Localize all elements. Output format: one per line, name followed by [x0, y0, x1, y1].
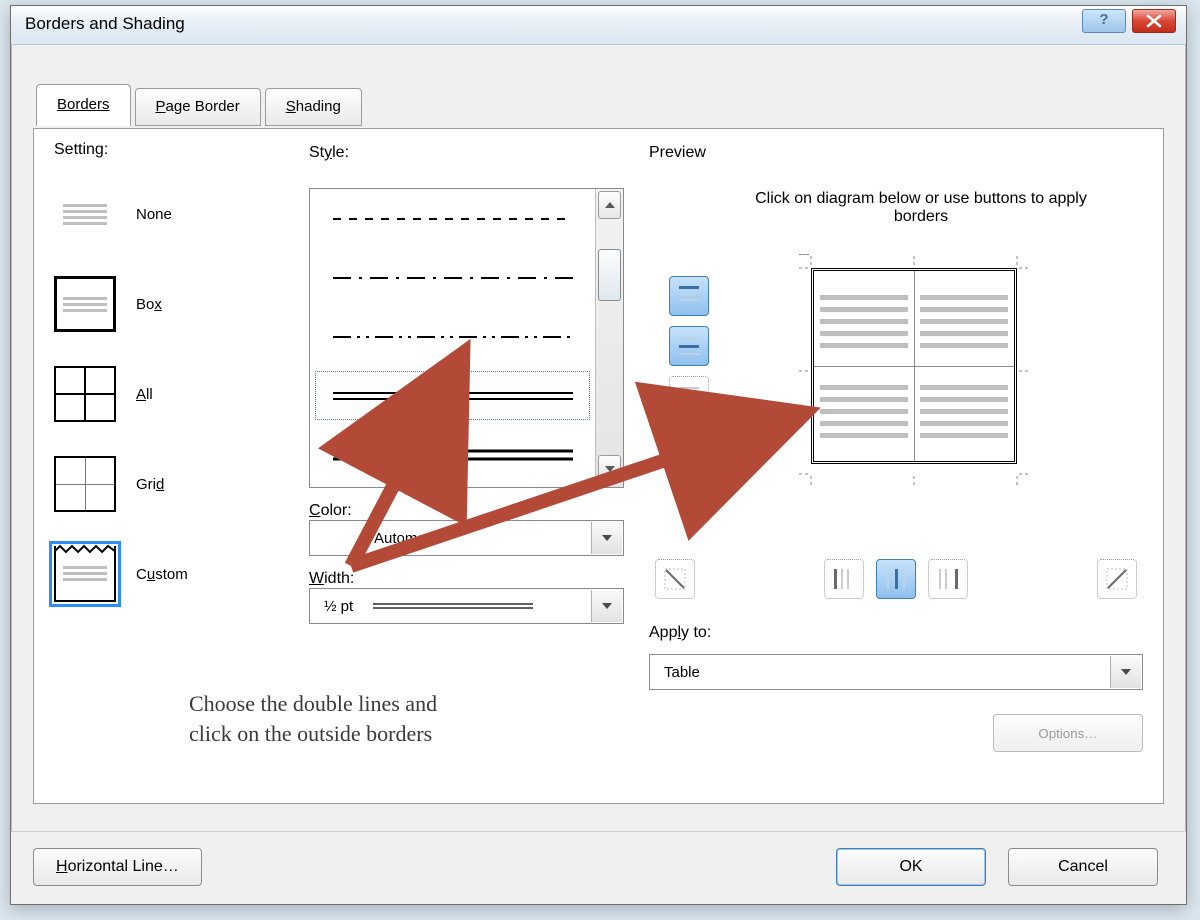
scroll-thumb[interactable]: [598, 249, 621, 301]
style-list-viewport: [310, 189, 595, 487]
diag-up-icon: [1105, 567, 1129, 591]
setting-all-icon: [54, 366, 116, 422]
preview-label: Preview: [649, 144, 1143, 162]
border-right-icon: [936, 567, 960, 591]
color-value: Automatic: [374, 530, 441, 547]
style-column: Style: Color: Automatic: [309, 144, 624, 624]
dialog-footer: Horizontal Line… OK Cancel: [11, 831, 1186, 904]
chevron-down-icon: [602, 603, 612, 609]
chevron-down-icon: [1121, 669, 1131, 675]
style-option-dashed[interactable]: [310, 189, 595, 248]
style-option-double-thin[interactable]: [310, 366, 595, 425]
color-label: Color:: [309, 502, 624, 520]
setting-box[interactable]: Box: [54, 259, 188, 349]
color-combo-arrow[interactable]: [591, 522, 622, 554]
help-button[interactable]: ?: [1082, 9, 1126, 33]
preview-guides-icon: [799, 256, 1029, 486]
toggle-border-right[interactable]: [928, 559, 968, 599]
setting-column: None Box All Grid Custom: [54, 169, 188, 619]
setting-label: Setting:: [54, 141, 108, 159]
width-combo[interactable]: ½ pt: [309, 588, 624, 624]
border-left-icon: [832, 567, 856, 591]
borders-shading-dialog: Borders and Shading ? Borders Page Borde…: [10, 5, 1187, 905]
preview-bottom-toggles: [649, 559, 1143, 599]
horizontal-line-button[interactable]: Horizontal Line…: [33, 848, 202, 886]
border-bottom-icon: [677, 384, 701, 408]
tab-page-border[interactable]: Page Border: [135, 88, 261, 126]
preview-area: [649, 246, 1143, 506]
width-value: ½ pt: [324, 598, 353, 615]
preview-side-toggles: [669, 276, 709, 416]
width-label: Width:: [309, 570, 624, 588]
border-middle-h-icon: [677, 334, 701, 358]
style-label: Style:: [309, 144, 624, 162]
tab-panel: Setting: None Box All Grid: [33, 128, 1164, 804]
border-middle-v-icon: [884, 567, 908, 591]
diag-down-icon: [663, 567, 687, 591]
toggle-border-bottom[interactable]: [669, 376, 709, 416]
setting-custom-icon: [54, 546, 116, 602]
toggle-diag-up[interactable]: [1097, 559, 1137, 599]
width-combo-arrow[interactable]: [591, 590, 622, 622]
style-option-dash-dot-dot[interactable]: [310, 307, 595, 366]
setting-custom[interactable]: Custom: [54, 529, 188, 619]
preview-hint: Click on diagram below or use buttons to…: [739, 190, 1103, 226]
toggle-border-middle-h[interactable]: [669, 326, 709, 366]
apply-to-arrow[interactable]: [1110, 656, 1141, 688]
apply-to-combo[interactable]: Table: [649, 654, 1143, 690]
apply-to-value: Table: [664, 664, 700, 681]
tabstrip: Borders Page Border Shading: [36, 88, 366, 128]
style-scrollbar[interactable]: [595, 189, 623, 487]
border-top-icon: [677, 284, 701, 308]
toggle-border-top[interactable]: [669, 276, 709, 316]
style-option-dash-dot[interactable]: [310, 248, 595, 307]
preview-diagram[interactable]: [799, 256, 1029, 476]
setting-grid[interactable]: Grid: [54, 439, 188, 529]
toggle-border-left[interactable]: [824, 559, 864, 599]
close-button[interactable]: [1132, 9, 1176, 33]
style-option-double-thick[interactable]: [310, 425, 595, 484]
setting-none[interactable]: None: [54, 169, 188, 259]
setting-all[interactable]: All: [54, 349, 188, 439]
setting-grid-icon: [54, 456, 116, 512]
dialog-title: Borders and Shading: [25, 14, 185, 34]
ok-button[interactable]: OK: [836, 848, 986, 886]
chevron-down-icon: [605, 466, 615, 472]
width-sample-icon: [373, 601, 533, 611]
tab-borders[interactable]: Borders: [36, 84, 131, 126]
apply-to-label: Apply to:: [649, 624, 711, 642]
scroll-down-button[interactable]: [598, 455, 621, 483]
setting-none-icon: [54, 186, 116, 242]
toggle-border-middle-v[interactable]: [876, 559, 916, 599]
scroll-up-button[interactable]: [598, 191, 621, 219]
tab-shading[interactable]: Shading: [265, 88, 362, 126]
options-button: Options…: [993, 714, 1143, 752]
toggle-diag-down[interactable]: [655, 559, 695, 599]
setting-box-icon: [54, 276, 116, 332]
titlebar: Borders and Shading ?: [11, 6, 1186, 45]
annotation-text: Choose the double lines and click on the…: [189, 689, 437, 748]
color-combo[interactable]: Automatic: [309, 520, 624, 556]
close-icon: [1145, 14, 1163, 28]
preview-column: Preview Click on diagram below or use bu…: [649, 144, 1143, 506]
cancel-button[interactable]: Cancel: [1008, 848, 1158, 886]
chevron-up-icon: [605, 202, 615, 208]
chevron-down-icon: [602, 535, 612, 541]
style-list[interactable]: [309, 188, 624, 488]
